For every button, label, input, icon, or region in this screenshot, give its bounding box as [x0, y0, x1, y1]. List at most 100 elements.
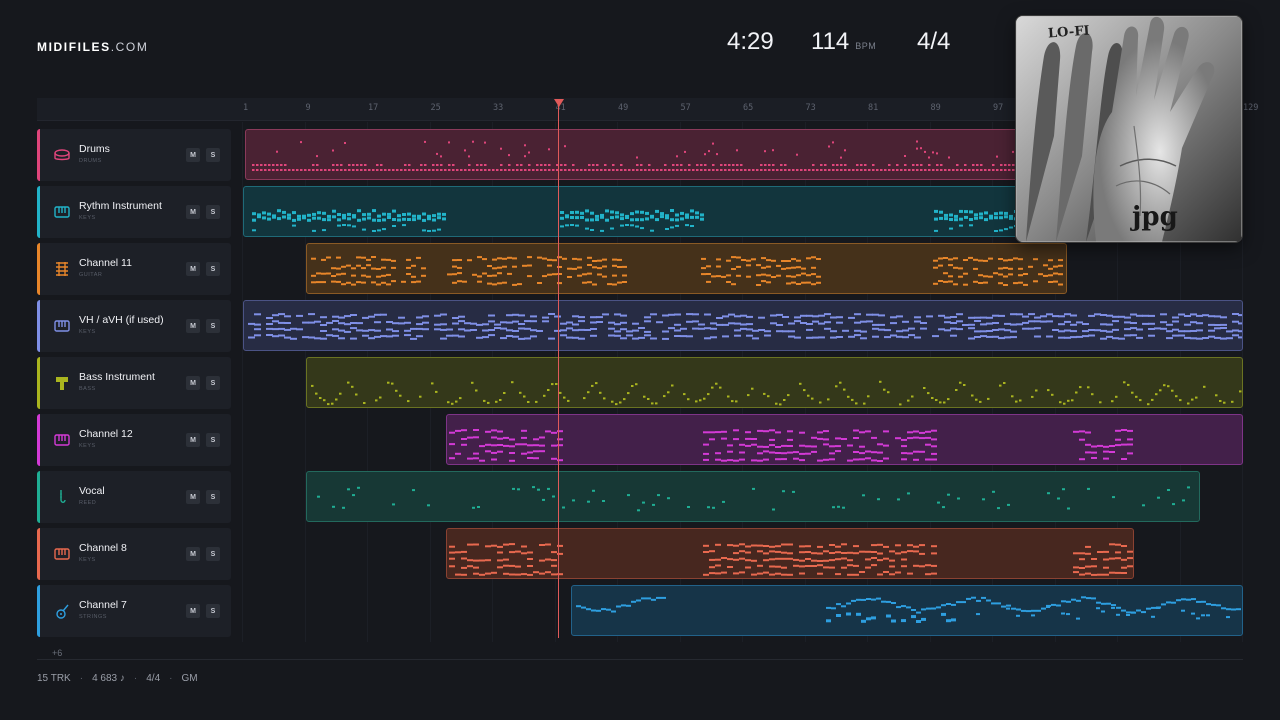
- track-header[interactable]: Channel 8 KEYS M S: [37, 528, 231, 580]
- mute-button[interactable]: M: [186, 262, 200, 276]
- keys-icon: [53, 431, 71, 449]
- solo-button[interactable]: S: [206, 205, 220, 219]
- mute-button[interactable]: M: [186, 547, 200, 561]
- track-name: Channel 7: [79, 599, 127, 611]
- clip-notes: [576, 596, 1242, 623]
- clip-notes: [449, 429, 1134, 462]
- tempo-display[interactable]: 114 BPM: [811, 28, 876, 58]
- track-name: Channel 12: [79, 428, 133, 440]
- brand-tld: .COM: [110, 40, 149, 54]
- mute-button[interactable]: M: [186, 433, 200, 447]
- track-color-stripe: [37, 414, 40, 466]
- track-category: REED: [79, 500, 97, 506]
- track-color-stripe: [37, 471, 40, 523]
- track-header[interactable]: Channel 7 STRINGS M S: [37, 585, 231, 637]
- ruler-tick: 33: [493, 103, 504, 113]
- ruler-tick: 73: [805, 103, 816, 113]
- ruler-tick: 65: [743, 103, 754, 113]
- mute-button[interactable]: M: [186, 205, 200, 219]
- solo-button[interactable]: S: [206, 376, 220, 390]
- solo-button[interactable]: S: [206, 319, 220, 333]
- solo-button[interactable]: S: [206, 490, 220, 504]
- bpm-value: 114: [811, 28, 850, 55]
- track-header[interactable]: Vocal REED M S: [37, 471, 231, 523]
- track-color-stripe: [37, 129, 40, 181]
- album-art-text-bottom: jpg: [1132, 202, 1178, 232]
- track-name: Rythm Instrument: [79, 200, 162, 212]
- solo-button[interactable]: S: [206, 604, 220, 618]
- reed-icon: [53, 488, 71, 506]
- drum-icon: [53, 146, 71, 164]
- midi-clip[interactable]: [243, 300, 1243, 351]
- track-header[interactable]: Drums DRUMS M S: [37, 129, 231, 181]
- bpm-unit: BPM: [855, 41, 877, 51]
- time-signature-display[interactable]: 4/4: [917, 28, 950, 58]
- mute-button[interactable]: M: [186, 376, 200, 390]
- mute-button[interactable]: M: [186, 490, 200, 504]
- brand-name: MIDIFILES: [37, 40, 111, 54]
- ruler-tick: 1: [243, 103, 249, 113]
- bass-icon: [53, 374, 71, 392]
- track-header[interactable]: VH / aVH (if used) KEYS M S: [37, 300, 231, 352]
- solo-button[interactable]: S: [206, 433, 220, 447]
- track-category: KEYS: [79, 329, 96, 335]
- track-name: Bass Instrument: [79, 371, 155, 383]
- album-art-image: [1016, 16, 1242, 242]
- clip-notes: [248, 313, 1242, 340]
- clip-notes: [252, 140, 1067, 171]
- midi-standard: GM: [181, 673, 198, 684]
- mute-button[interactable]: M: [186, 148, 200, 162]
- track-category: KEYS: [79, 215, 96, 221]
- note-count: 4 683 ♪: [92, 673, 125, 684]
- playhead[interactable]: [558, 104, 559, 638]
- ruler-tick: 9: [305, 103, 311, 113]
- track-color-stripe: [37, 186, 40, 238]
- midi-clip[interactable]: [446, 528, 1134, 579]
- track-name: VH / aVH (if used): [79, 314, 164, 326]
- midi-clip[interactable]: [571, 585, 1243, 636]
- track-color-stripe: [37, 357, 40, 409]
- ruler-tick: 57: [680, 103, 691, 113]
- midi-clip[interactable]: [243, 186, 1068, 237]
- track-header[interactable]: Channel 12 KEYS M S: [37, 414, 231, 466]
- clip-notes: [316, 486, 1190, 512]
- status-bar: 15 TRK · 4 683 ♪ · 4/4 · GM: [37, 673, 198, 684]
- track-header[interactable]: Rythm Instrument KEYS M S: [37, 186, 231, 238]
- track-color-stripe: [37, 528, 40, 580]
- guitar-icon: [53, 260, 71, 278]
- track-name: Drums: [79, 143, 110, 155]
- album-art: LO-FI jpg: [1016, 16, 1242, 242]
- keys-icon: [53, 203, 71, 221]
- meter-value: 4/4: [146, 673, 161, 684]
- track-header[interactable]: Bass Instrument BASS M S: [37, 357, 231, 409]
- keys-icon: [53, 545, 71, 563]
- playhead-handle[interactable]: [554, 99, 564, 107]
- track-category: STRINGS: [79, 614, 107, 620]
- brand-logo[interactable]: MIDIFILES.COM: [37, 40, 148, 54]
- footer-divider: [37, 659, 1243, 660]
- ruler-tick: 97: [993, 103, 1004, 113]
- mute-button[interactable]: M: [186, 319, 200, 333]
- track-category: KEYS: [79, 443, 96, 449]
- midi-clip[interactable]: [305, 243, 1068, 294]
- solo-button[interactable]: S: [206, 148, 220, 162]
- time-display: 4:29: [727, 28, 774, 58]
- midi-clip[interactable]: [245, 129, 1068, 180]
- midi-clip[interactable]: [305, 357, 1243, 408]
- midi-clip[interactable]: [305, 471, 1201, 522]
- solo-button[interactable]: S: [206, 262, 220, 276]
- strings-icon: [53, 602, 71, 620]
- ruler-tick: 25: [430, 103, 441, 113]
- track-category: GUITAR: [79, 272, 103, 278]
- track-name: Vocal: [79, 485, 105, 497]
- clip-notes: [252, 209, 1023, 232]
- midi-clip[interactable]: [446, 414, 1243, 465]
- track-color-stripe: [37, 585, 40, 637]
- more-tracks-indicator[interactable]: +6: [52, 648, 62, 658]
- track-category: BASS: [79, 386, 96, 392]
- ruler-tick: 89: [930, 103, 941, 113]
- ruler-tick: 129: [1243, 103, 1259, 113]
- track-header[interactable]: Channel 11 GUITAR M S: [37, 243, 231, 295]
- solo-button[interactable]: S: [206, 547, 220, 561]
- mute-button[interactable]: M: [186, 604, 200, 618]
